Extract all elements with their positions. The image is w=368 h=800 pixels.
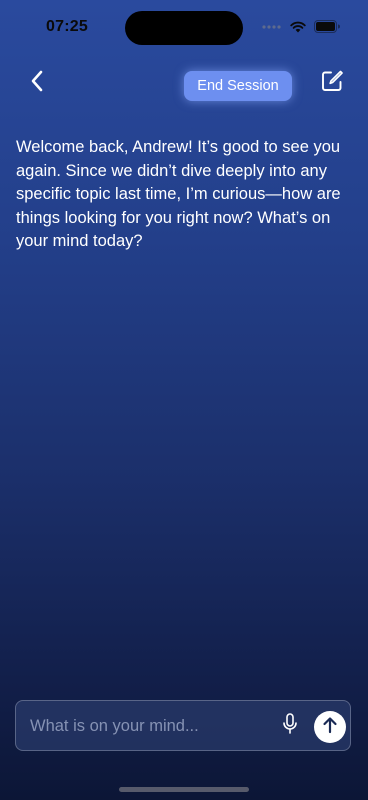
compose-icon [320,69,344,98]
message-input[interactable] [30,715,270,737]
battery-icon [314,20,340,33]
status-icons [262,20,340,33]
mic-button[interactable] [280,712,300,740]
microphone-icon [282,712,298,740]
arrow-up-icon [322,716,338,739]
dynamic-island [125,11,243,45]
back-button[interactable] [20,66,54,100]
status-time: 07:25 [46,18,88,35]
signal-icon [262,24,282,30]
wifi-icon [290,21,306,33]
home-indicator [119,787,249,792]
send-button[interactable] [314,711,346,743]
message-composer [15,700,351,751]
compose-button[interactable] [317,68,347,98]
assistant-message: Welcome back, Andrew! It’s good to see y… [16,138,341,250]
chat-screen: 07:25 End Session Welcome back, Andrew! … [0,0,368,800]
end-session-button[interactable]: End Session [184,71,292,101]
chevron-left-icon [30,70,44,97]
status-bar: 07:25 [0,0,368,56]
